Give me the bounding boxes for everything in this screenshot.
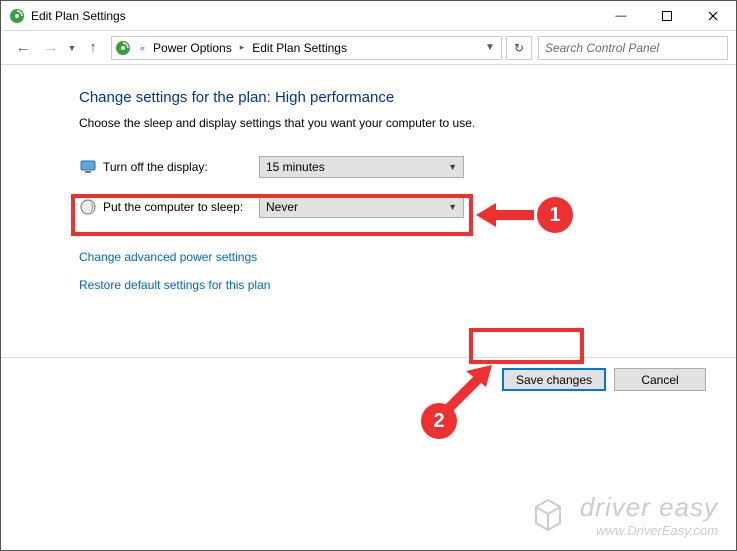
annotation-badge-2: 2	[421, 403, 457, 439]
breadcrumb-edit-plan[interactable]: Edit Plan Settings	[248, 37, 351, 59]
watermark-url: www.DriverEasy.com	[580, 523, 718, 538]
chevron-right-icon[interactable]: ▸	[236, 42, 249, 53]
close-button[interactable]	[690, 1, 736, 30]
maximize-button[interactable]	[644, 1, 690, 30]
back-button[interactable]: ←	[9, 35, 37, 61]
chevron-down-icon: ▼	[448, 202, 457, 212]
breadcrumb-power-options[interactable]: Power Options	[149, 37, 236, 59]
refresh-button[interactable]: ↻	[506, 36, 532, 60]
content-area: Change settings for the plan: High perfo…	[1, 65, 736, 357]
title-bar: Edit Plan Settings —	[1, 1, 736, 31]
button-bar: Save changes Cancel	[1, 357, 736, 401]
forward-button[interactable]: →	[37, 35, 65, 61]
page-title: Change settings for the plan: High perfo…	[79, 89, 736, 106]
search-input[interactable]	[538, 36, 728, 60]
restore-defaults-link[interactable]: Restore default settings for this plan	[79, 278, 270, 292]
setting-row-sleep: Put the computer to sleep: Never ▼	[79, 194, 736, 220]
display-icon	[79, 158, 97, 176]
save-changes-button[interactable]: Save changes	[502, 368, 606, 391]
display-label: Turn off the display:	[103, 160, 259, 174]
watermark-text: driver easy www.DriverEasy.com	[580, 492, 718, 538]
address-bar[interactable]: « Power Options ▸ Edit Plan Settings ▼	[111, 36, 502, 60]
display-dropdown[interactable]: 15 minutes ▼	[259, 156, 464, 178]
display-value: 15 minutes	[266, 160, 325, 174]
sleep-icon	[79, 198, 97, 216]
page-subtitle: Choose the sleep and display settings th…	[79, 116, 736, 130]
up-button[interactable]: ↑	[79, 35, 107, 61]
sleep-value: Never	[266, 200, 298, 214]
power-options-icon	[114, 39, 132, 57]
advanced-settings-link[interactable]: Change advanced power settings	[79, 250, 257, 264]
nav-bar: ← → ▼ ↑ « Power Options ▸ Edit Plan Sett…	[1, 31, 736, 65]
address-dropdown[interactable]: ▼	[481, 42, 499, 53]
drivereasy-logo-icon	[526, 493, 570, 537]
chevron-down-icon: ▼	[448, 162, 457, 172]
cancel-button[interactable]: Cancel	[614, 368, 706, 391]
watermark-brand: driver easy	[580, 492, 718, 523]
setting-row-display: Turn off the display: 15 minutes ▼	[79, 154, 736, 180]
sleep-dropdown[interactable]: Never ▼	[259, 196, 464, 218]
window-title: Edit Plan Settings	[31, 9, 598, 23]
watermark: driver easy www.DriverEasy.com	[526, 492, 718, 538]
history-dropdown[interactable]: ▼	[65, 43, 79, 53]
app-icon	[9, 8, 25, 24]
minimize-button[interactable]: —	[598, 1, 644, 30]
sleep-label: Put the computer to sleep:	[103, 200, 259, 214]
window-controls: —	[598, 1, 736, 30]
crumb-sep-icon[interactable]: «	[136, 43, 149, 53]
